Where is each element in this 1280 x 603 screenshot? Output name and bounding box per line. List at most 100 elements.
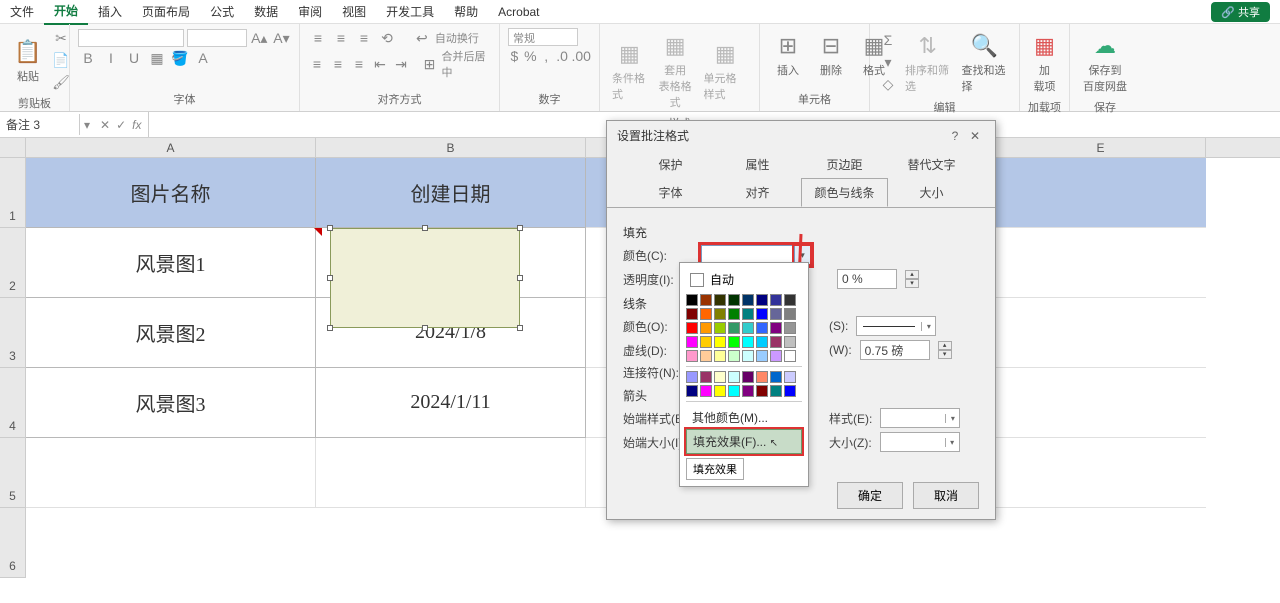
indent-dec-icon[interactable]: ⇤ bbox=[371, 54, 389, 74]
color-swatch[interactable] bbox=[742, 322, 754, 334]
line-style-dropdown[interactable]: ▾ bbox=[856, 316, 936, 336]
align-mid-icon[interactable]: ≡ bbox=[331, 28, 351, 48]
menu-acrobat[interactable]: Acrobat bbox=[488, 1, 549, 23]
wrap-icon[interactable]: ↩ bbox=[412, 28, 432, 48]
merge-icon[interactable]: ⊞ bbox=[420, 54, 438, 74]
color-swatch[interactable] bbox=[728, 308, 740, 320]
fx-icon[interactable]: fx bbox=[132, 118, 141, 132]
cell-b1[interactable]: 创建日期 bbox=[316, 158, 586, 228]
share-button[interactable]: 🔗 共享 bbox=[1211, 2, 1270, 22]
fill-effects-button[interactable]: 填充效果 bbox=[686, 458, 744, 480]
color-swatch[interactable] bbox=[756, 385, 768, 397]
sum-icon[interactable]: Σ bbox=[878, 30, 898, 50]
color-swatch[interactable] bbox=[784, 336, 796, 348]
color-swatch[interactable] bbox=[686, 350, 698, 362]
row-header-2[interactable]: 2 bbox=[0, 228, 26, 298]
menu-insert[interactable]: 插入 bbox=[88, 0, 132, 24]
color-swatch[interactable] bbox=[770, 350, 782, 362]
menu-view[interactable]: 视图 bbox=[332, 0, 376, 24]
color-swatch[interactable] bbox=[742, 336, 754, 348]
align-left-icon[interactable]: ≡ bbox=[308, 54, 326, 74]
color-swatch[interactable] bbox=[742, 371, 754, 383]
color-swatch[interactable] bbox=[770, 322, 782, 334]
auto-color-label[interactable]: 自动 bbox=[710, 271, 734, 288]
end-size-dropdown[interactable]: ▾ bbox=[880, 432, 960, 452]
auto-swatch[interactable] bbox=[690, 273, 704, 287]
color-swatch[interactable] bbox=[784, 371, 796, 383]
shrink-font-icon[interactable]: A▾ bbox=[272, 28, 291, 48]
cell-b4[interactable]: 2024/1/11 bbox=[316, 368, 586, 438]
color-swatch[interactable] bbox=[728, 350, 740, 362]
color-swatch[interactable] bbox=[756, 350, 768, 362]
bold-icon[interactable]: B bbox=[78, 48, 98, 68]
color-swatch[interactable] bbox=[714, 385, 726, 397]
color-swatch[interactable] bbox=[756, 371, 768, 383]
clear-icon[interactable]: ◇ bbox=[878, 74, 898, 94]
color-swatch[interactable] bbox=[700, 294, 712, 306]
color-swatch[interactable] bbox=[686, 308, 698, 320]
col-header-a[interactable]: A bbox=[26, 138, 316, 157]
brush-icon[interactable]: 🖌 bbox=[51, 72, 71, 92]
color-swatch[interactable] bbox=[784, 322, 796, 334]
sort-icon[interactable]: ⇅ bbox=[912, 30, 944, 62]
end-style-dropdown[interactable]: ▾ bbox=[880, 408, 960, 428]
weight-spinner[interactable]: ▴▾ bbox=[938, 341, 952, 359]
color-swatch[interactable] bbox=[700, 322, 712, 334]
row-header-6[interactable]: 6 bbox=[0, 508, 26, 578]
color-swatch[interactable] bbox=[770, 385, 782, 397]
cell-a1[interactable]: 图片名称 bbox=[26, 158, 316, 228]
namebox-arrow-icon[interactable]: ▾ bbox=[80, 118, 94, 132]
color-swatch[interactable] bbox=[756, 294, 768, 306]
color-swatch[interactable] bbox=[714, 336, 726, 348]
color-swatch[interactable] bbox=[728, 322, 740, 334]
addin-icon[interactable]: ▦ bbox=[1029, 30, 1061, 62]
menu-layout[interactable]: 页面布局 bbox=[132, 0, 200, 24]
cell-a3[interactable]: 风景图2 bbox=[26, 298, 316, 368]
row-header-3[interactable]: 3 bbox=[0, 298, 26, 368]
delete-cells-icon[interactable]: ⊟ bbox=[815, 30, 847, 62]
cell-style-icon[interactable]: ▦ bbox=[709, 38, 741, 70]
fill-icon[interactable]: ▾ bbox=[878, 52, 898, 72]
color-swatch[interactable] bbox=[700, 308, 712, 320]
fill-color-icon[interactable]: 🪣 bbox=[170, 48, 190, 68]
border-icon[interactable]: ▦ bbox=[147, 48, 167, 68]
row-header-1[interactable]: 1 bbox=[0, 158, 26, 228]
tab-font[interactable]: 字体 bbox=[627, 178, 714, 207]
weight-value[interactable]: 0.75 磅 bbox=[860, 340, 930, 360]
color-swatch[interactable] bbox=[728, 294, 740, 306]
tab-alt[interactable]: 替代文字 bbox=[888, 150, 975, 179]
menu-home[interactable]: 开始 bbox=[44, 0, 88, 25]
transparency-value[interactable]: 0 % bbox=[837, 269, 897, 289]
color-swatch[interactable] bbox=[784, 294, 796, 306]
col-header-e[interactable]: E bbox=[996, 138, 1206, 157]
inc-dec-icon[interactable]: .0 bbox=[556, 46, 569, 66]
cancel-button[interactable]: 取消 bbox=[913, 482, 979, 509]
align-bot-icon[interactable]: ≡ bbox=[354, 28, 374, 48]
row-header-4[interactable]: 4 bbox=[0, 368, 26, 438]
paste-icon[interactable]: 📋 bbox=[12, 36, 44, 68]
currency-icon[interactable]: $ bbox=[508, 46, 521, 66]
comma-icon[interactable]: , bbox=[540, 46, 553, 66]
font-size-select[interactable] bbox=[187, 29, 247, 47]
color-swatch[interactable] bbox=[714, 308, 726, 320]
transparency-spinner[interactable]: ▴▾ bbox=[905, 270, 919, 288]
color-swatch[interactable] bbox=[686, 322, 698, 334]
color-swatch[interactable] bbox=[714, 371, 726, 383]
indent-inc-icon[interactable]: ⇥ bbox=[392, 54, 410, 74]
color-swatch[interactable] bbox=[784, 385, 796, 397]
color-swatch[interactable] bbox=[742, 385, 754, 397]
color-swatch[interactable] bbox=[770, 371, 782, 383]
color-swatch[interactable] bbox=[714, 322, 726, 334]
find-icon[interactable]: 🔍 bbox=[968, 30, 1000, 62]
copy-icon[interactable]: 📄 bbox=[51, 50, 71, 70]
align-top-icon[interactable]: ≡ bbox=[308, 28, 328, 48]
enter-formula-icon[interactable]: ✓ bbox=[116, 118, 126, 132]
menu-formula[interactable]: 公式 bbox=[200, 0, 244, 24]
color-swatch[interactable] bbox=[700, 350, 712, 362]
cell-a6[interactable] bbox=[26, 508, 316, 578]
color-swatch[interactable] bbox=[728, 371, 740, 383]
percent-icon[interactable]: % bbox=[524, 46, 537, 66]
number-format-select[interactable]: 常规 bbox=[508, 28, 578, 46]
tab-margin[interactable]: 页边距 bbox=[801, 150, 888, 179]
cell-b5[interactable] bbox=[316, 438, 586, 508]
